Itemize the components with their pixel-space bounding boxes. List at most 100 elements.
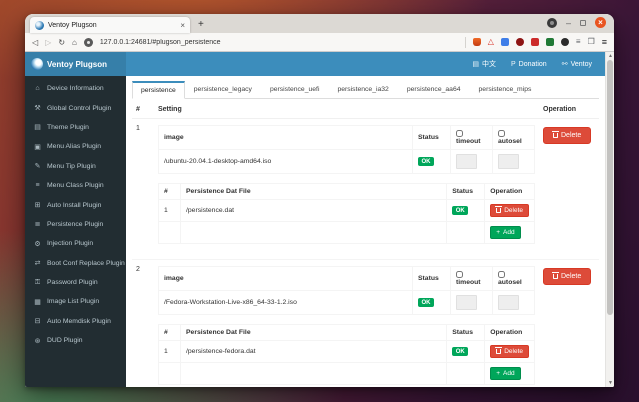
status-badge: OK (418, 298, 434, 307)
language-label: 中文 (482, 61, 496, 68)
sidebar: ⌂ Device Information ⚒ Global Control Plug… (25, 76, 126, 387)
dat-operation-header: Operation (484, 324, 535, 341)
sidebar-item-label: Image List Plugin (47, 298, 100, 306)
tab-persistence[interactable]: persistence (132, 81, 185, 99)
dat-table: # Persistence Dat File Status Operation … (158, 324, 535, 385)
tab-persistence-aa64[interactable]: persistence_aa64 (398, 81, 470, 99)
sidebar-item-theme[interactable]: ▤ Theme Plugin (25, 118, 126, 137)
trash-icon (495, 347, 503, 354)
translate-extension-icon[interactable] (500, 38, 509, 46)
maximize-button[interactable] (580, 19, 586, 26)
tab-list-icon[interactable]: ≡ (576, 38, 581, 46)
home-icon[interactable]: ⌂ (72, 38, 77, 47)
autosel-checkbox[interactable] (498, 130, 505, 137)
ventoy-link[interactable]: ⚯ Ventoy (562, 60, 592, 69)
exchange-icon: ⇄ (34, 260, 41, 268)
sidebar-item-label: Boot Conf Replace Plugin (47, 259, 125, 267)
back-icon[interactable]: ◁ (32, 38, 38, 47)
row-index: 2 (132, 259, 154, 387)
language-link[interactable]: ▤ 中文 (472, 59, 496, 69)
timeout-checkbox[interactable] (456, 130, 463, 137)
scroll-down-icon[interactable]: ▼ (606, 380, 614, 386)
add-dat-button[interactable]: + Add (490, 226, 521, 239)
trash-icon (495, 206, 503, 213)
tab-persistence-legacy[interactable]: persistence_legacy (185, 81, 261, 99)
titlebar-circle-button[interactable] (546, 17, 557, 28)
add-dat-button[interactable]: + Add (490, 367, 521, 380)
sidebar-item-auto-memdisk[interactable]: ⊟ Auto Memdisk Plugin (25, 312, 126, 331)
row-index: 1 (132, 118, 154, 260)
autosel-input[interactable] (498, 295, 519, 310)
sidebar-item-label: Menu Alias Plugin (47, 143, 102, 151)
sidebar-item-label: DUD Plugin (47, 337, 83, 345)
lock-icon: ⚿ (34, 278, 41, 286)
delete-row-button[interactable]: Delete (543, 268, 592, 285)
red-extension-icon[interactable] (530, 38, 539, 46)
window-controls: – × (546, 17, 606, 28)
sidebar-item-global-control[interactable]: ⚒ Global Control Plugin (25, 98, 126, 117)
sidebar-toggle-icon[interactable]: ❒ (588, 38, 595, 46)
site-info-icon[interactable] (83, 37, 93, 47)
dat-name-header: Persistence Dat File (179, 324, 448, 341)
autosel-input[interactable] (498, 154, 519, 169)
minimize-button[interactable]: – (566, 18, 571, 28)
page-scrollbar[interactable]: ▲ ▼ (605, 52, 614, 387)
reload-icon[interactable]: ↻ (58, 38, 65, 47)
desktop-wallpaper: Ventoy Plugson × + – × ◁ ▷ ↻ ⌂ 127.0.0.1… (0, 0, 639, 402)
sidebar-item-device-information[interactable]: ⌂ Device Information (25, 79, 126, 98)
scroll-up-icon[interactable]: ▲ (606, 53, 614, 59)
dat-index: 1 (158, 340, 181, 363)
timeout-input[interactable] (456, 154, 477, 169)
blocker-extension-icon[interactable] (515, 38, 524, 46)
sidebar-item-injection[interactable]: ⚙ Injection Plugin (25, 234, 126, 253)
menu-icon[interactable]: ≡ (602, 37, 607, 47)
sidebar-item-label: Persistence Plugin (47, 220, 104, 228)
browser-tab[interactable]: Ventoy Plugson × (30, 17, 190, 33)
scrollbar-thumb[interactable] (607, 60, 613, 315)
tab-persistence-uefi[interactable]: persistence_uefi (261, 81, 329, 99)
delete-dat-button[interactable]: Delete (490, 345, 529, 358)
close-button[interactable]: × (595, 17, 606, 28)
status-badge: OK (418, 157, 434, 166)
sidebar-item-boot-conf-replace[interactable]: ⇄ Boot Conf Replace Plugin (25, 254, 126, 273)
sidebar-item-dud[interactable]: ⊛ DUD Plugin (25, 331, 126, 350)
timeout-input[interactable] (456, 295, 477, 310)
warning-triangle-icon[interactable]: △ (488, 38, 494, 46)
browser-tab-title: Ventoy Plugson (48, 21, 97, 29)
tab-bar: persistence persistence_legacy persisten… (132, 81, 599, 99)
sidebar-item-menu-class[interactable]: ≡ Menu Class Plugin (25, 176, 126, 195)
timeout-label: timeout (456, 279, 481, 286)
browser-toolbar: ◁ ▷ ↻ ⌂ 127.0.0.1:24681/#plugson_persist… (25, 33, 614, 52)
forward-icon[interactable]: ▷ (45, 38, 51, 47)
tab-close-icon[interactable]: × (180, 21, 185, 30)
language-icon: ▤ (472, 61, 479, 68)
green-extension-icon[interactable] (545, 38, 554, 46)
delete-dat-button[interactable]: Delete (490, 204, 529, 217)
sidebar-item-auto-install[interactable]: ⊞ Auto Install Plugin (25, 195, 126, 214)
timeout-checkbox[interactable] (456, 271, 463, 278)
theme-icon: ▤ (34, 124, 41, 132)
col-setting: Setting (154, 101, 539, 119)
sidebar-item-menu-alias[interactable]: ▣ Menu Alias Plugin (25, 137, 126, 156)
sidebar-item-image-list[interactable]: ▦ Image List Plugin (25, 292, 126, 311)
app-brand[interactable]: Ventoy Plugson (25, 52, 126, 76)
delete-row-button[interactable]: Delete (543, 127, 592, 144)
shield-extension-icon[interactable] (472, 38, 481, 46)
sidebar-item-menu-tip[interactable]: ✎ Menu Tip Plugin (25, 157, 126, 176)
new-tab-button[interactable]: + (198, 17, 204, 33)
dat-name-header: Persistence Dat File (179, 183, 448, 200)
paw-extension-icon[interactable] (560, 38, 569, 46)
dat-file-path: /persistence.dat (179, 199, 448, 222)
image-table: image Status timeout autosel /ubuntu-20.… (158, 125, 535, 174)
sidebar-item-label: Device Information (47, 85, 104, 93)
sidebar-item-persistence[interactable]: ≣ Persistence Plugin (25, 215, 126, 234)
sidebar-item-password[interactable]: ⚿ Password Plugin (25, 273, 126, 292)
table-row: 1 image Status timeout autosel /ubuntu-2… (132, 118, 599, 260)
sidebar-item-label: Auto Memdisk Plugin (47, 317, 111, 325)
autosel-checkbox[interactable] (498, 271, 505, 278)
tab-persistence-ia32[interactable]: persistence_ia32 (328, 81, 397, 99)
donation-link[interactable]: P Donation (511, 61, 547, 68)
url-bar[interactable]: 127.0.0.1:24681/#plugson_persistence (100, 39, 458, 46)
tab-persistence-mips[interactable]: persistence_mips (470, 81, 541, 99)
sidebar-item-label: Auto Install Plugin (47, 201, 102, 209)
